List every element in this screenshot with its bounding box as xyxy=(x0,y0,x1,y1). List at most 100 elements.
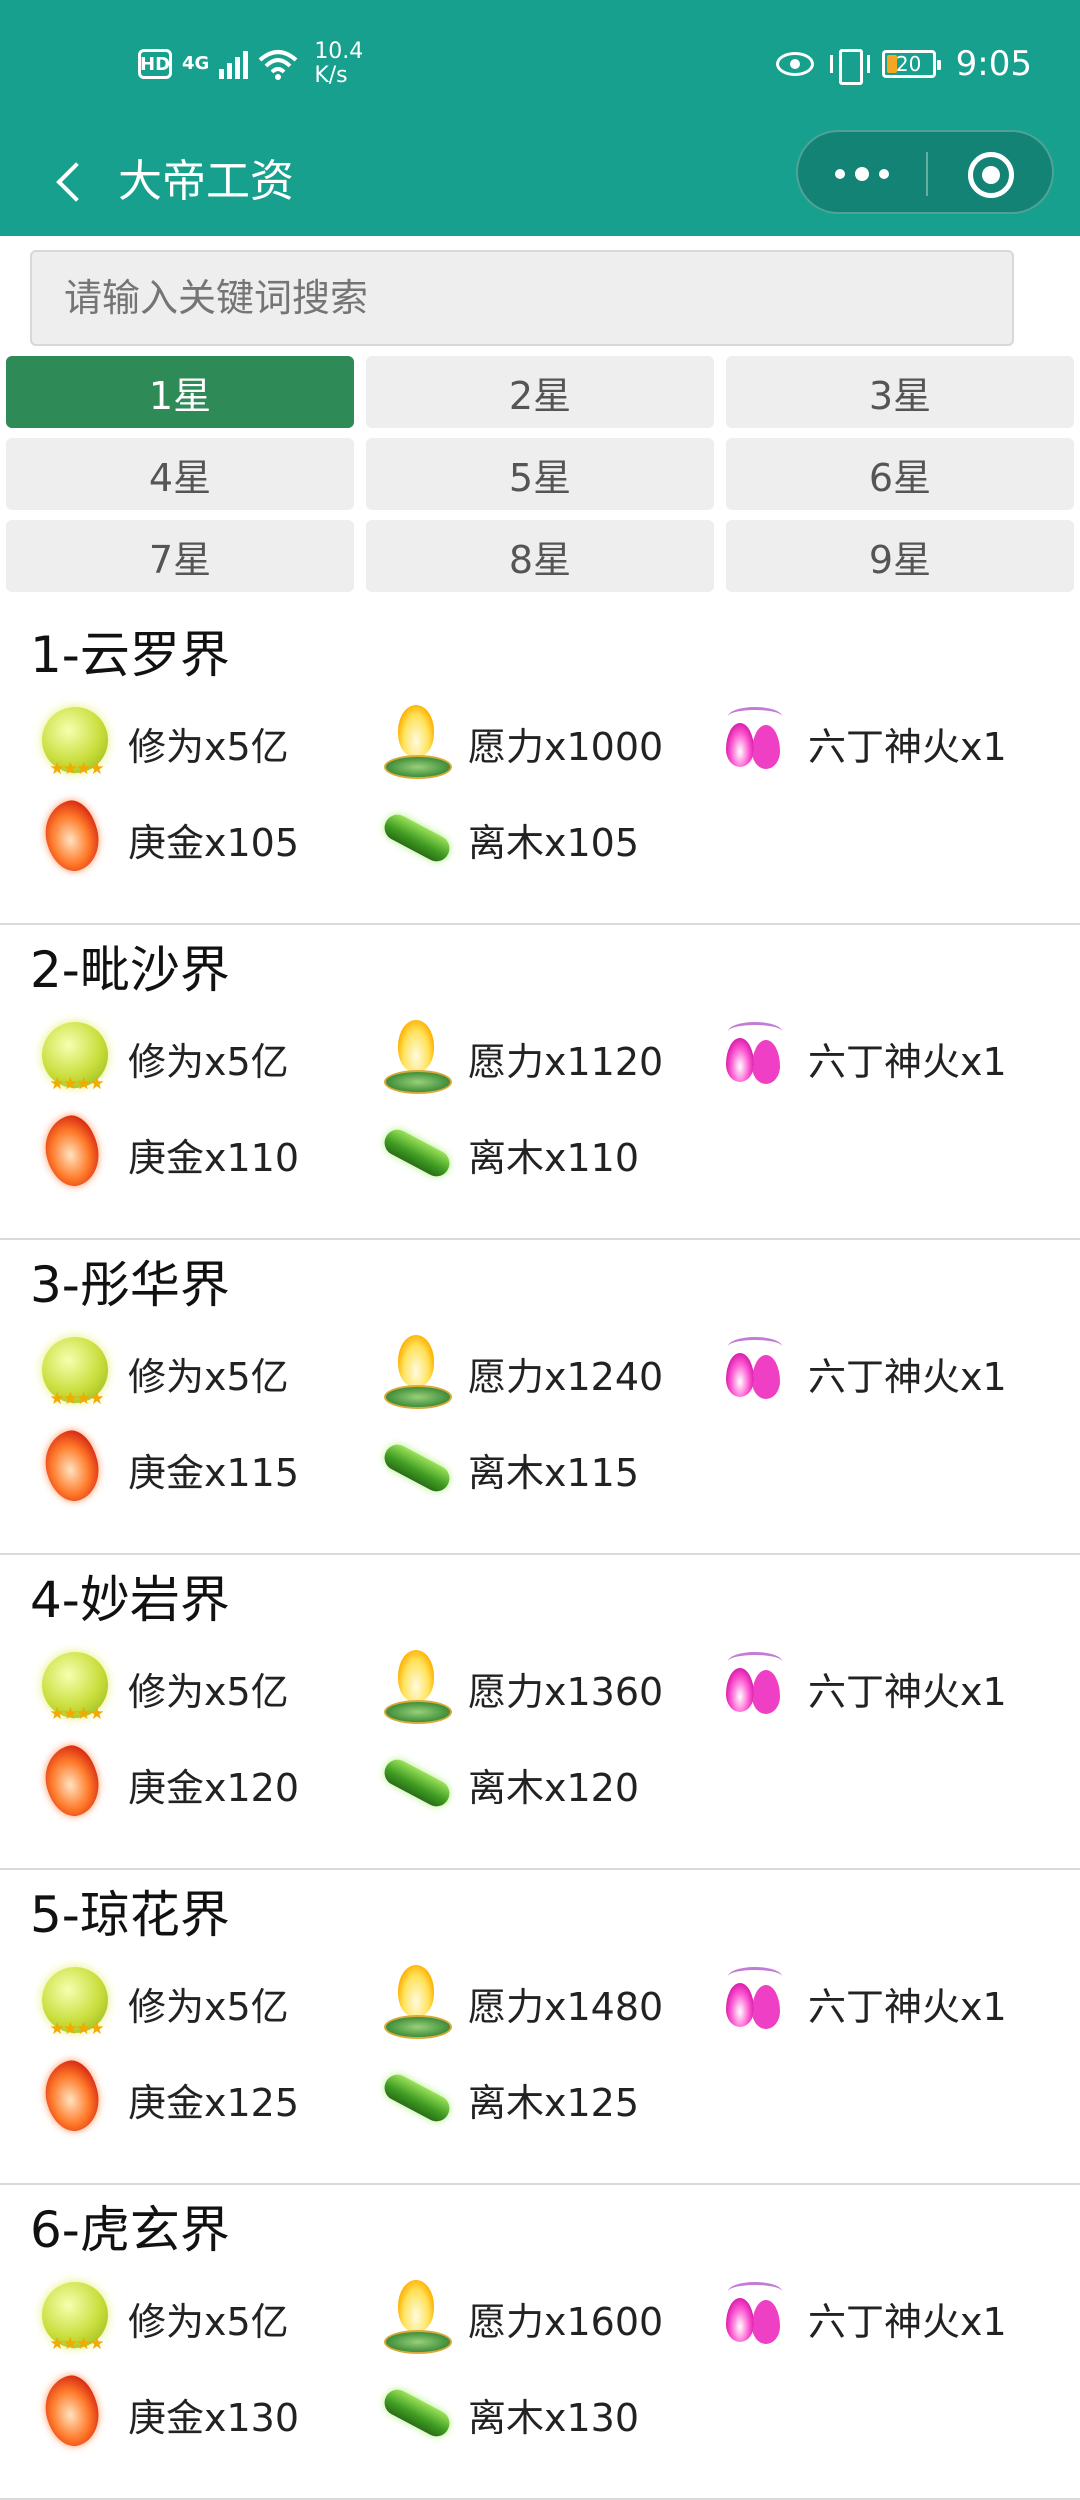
li-wood-icon xyxy=(374,2372,458,2456)
geng-gold-icon xyxy=(34,1427,118,1511)
reward-label: 修为x5亿 xyxy=(128,1039,289,1084)
divine-fire-icon xyxy=(714,1331,798,1415)
reward-cultivation: 修为x5亿 xyxy=(34,1958,289,2048)
geng-gold-icon xyxy=(34,2057,118,2141)
reward-cultivation: 修为x5亿 xyxy=(34,1013,289,1103)
reward-label: 六丁神火x1 xyxy=(808,724,1007,769)
reward-label: 离木x120 xyxy=(468,1765,640,1810)
reward-label: 六丁神火x1 xyxy=(808,1039,1007,1084)
geng-gold-icon xyxy=(34,2372,118,2456)
star-tab-3[interactable]: 3星 xyxy=(726,356,1074,428)
star-tab-9[interactable]: 9星 xyxy=(726,520,1074,592)
reward-label: 庚金x120 xyxy=(128,1765,300,1810)
reward-will: 愿力x1240 xyxy=(374,1328,663,1418)
reward-cultivation: 修为x5亿 xyxy=(34,1328,289,1418)
reward-label: 庚金x110 xyxy=(128,1135,300,1180)
realm-list: 1-云罗界 修为x5亿 愿力x1000 六丁神火x1 庚金x105 离木x105… xyxy=(0,610,1080,2500)
reward-label: 离木x110 xyxy=(468,1135,640,1180)
cultivation-orb-icon xyxy=(34,1016,118,1100)
page-title: 大帝工资 xyxy=(118,156,294,207)
reward-gold: 庚金x120 xyxy=(34,1739,299,1829)
close-mini-program-button[interactable] xyxy=(968,152,1014,198)
signal-icon xyxy=(219,49,249,79)
reward-wood: 离木x130 xyxy=(374,2369,639,2459)
reward-label: 愿力x1120 xyxy=(468,1039,664,1084)
realm-item: 6-虎玄界 修为x5亿 愿力x1600 六丁神火x1 庚金x130 离木x130 xyxy=(0,2185,1080,2500)
divine-fire-icon xyxy=(714,2276,798,2360)
reward-label: 离木x115 xyxy=(468,1450,640,1495)
will-flame-icon xyxy=(374,1646,458,1730)
reward-label: 愿力x1360 xyxy=(468,1669,664,1714)
reward-divine-fire: 六丁神火x1 xyxy=(714,2273,1007,2363)
reward-label: 六丁神火x1 xyxy=(808,1669,1007,1714)
star-tab-8[interactable]: 8星 xyxy=(366,520,714,592)
reward-wood: 离木x120 xyxy=(374,1739,639,1829)
mini-program-capsule xyxy=(796,130,1054,214)
realm-title: 6-虎玄界 xyxy=(30,2201,230,2259)
speed-unit: K/s xyxy=(314,63,348,88)
reward-gold: 庚金x130 xyxy=(34,2369,299,2459)
reward-label: 离木x125 xyxy=(468,2080,640,2125)
cultivation-orb-icon xyxy=(34,701,118,785)
reward-gold: 庚金x115 xyxy=(34,1424,299,1514)
battery-icon: 20 xyxy=(881,50,941,78)
reward-label: 六丁神火x1 xyxy=(808,1354,1007,1399)
vibrate-icon xyxy=(828,49,870,85)
star-tab-6[interactable]: 6星 xyxy=(726,438,1074,510)
back-button[interactable] xyxy=(40,152,100,212)
search-input[interactable] xyxy=(30,250,1014,346)
star-tab-2[interactable]: 2星 xyxy=(366,356,714,428)
capsule-divider xyxy=(926,152,928,196)
li-wood-icon xyxy=(374,1742,458,1826)
reward-label: 修为x5亿 xyxy=(128,1354,289,1399)
reward-will: 愿力x1120 xyxy=(374,1013,663,1103)
reward-label: 庚金x105 xyxy=(128,820,300,865)
reward-label: 愿力x1600 xyxy=(468,2299,664,2344)
cultivation-orb-icon xyxy=(34,2276,118,2360)
more-button[interactable] xyxy=(832,154,892,194)
realm-item: 2-毗沙界 修为x5亿 愿力x1120 六丁神火x1 庚金x110 离木x110 xyxy=(0,925,1080,1240)
divine-fire-icon xyxy=(714,1016,798,1100)
status-bar: HD 4G 10.4 K/s 20 9:05 xyxy=(0,0,1080,128)
li-wood-icon xyxy=(374,2057,458,2141)
star-tab-4[interactable]: 4星 xyxy=(6,438,354,510)
realm-item: 4-妙岩界 修为x5亿 愿力x1360 六丁神火x1 庚金x120 离木x120 xyxy=(0,1555,1080,1870)
cultivation-orb-icon xyxy=(34,1646,118,1730)
realm-item: 5-琼花界 修为x5亿 愿力x1480 六丁神火x1 庚金x125 离木x125 xyxy=(0,1870,1080,2185)
clock: 9:05 xyxy=(955,44,1032,84)
reward-wood: 离木x115 xyxy=(374,1424,639,1514)
geng-gold-icon xyxy=(34,797,118,881)
geng-gold-icon xyxy=(34,1742,118,1826)
speed-value: 10.4 xyxy=(314,39,364,64)
reward-label: 修为x5亿 xyxy=(128,724,289,769)
star-tab-7[interactable]: 7星 xyxy=(6,520,354,592)
reward-label: 修为x5亿 xyxy=(128,1669,289,1714)
reward-label: 修为x5亿 xyxy=(128,2299,289,2344)
reward-cultivation: 修为x5亿 xyxy=(34,698,289,788)
realm-title: 3-彤华界 xyxy=(30,1256,230,1314)
reward-wood: 离木x125 xyxy=(374,2054,639,2144)
reward-gold: 庚金x125 xyxy=(34,2054,299,2144)
reward-gold: 庚金x105 xyxy=(34,794,299,884)
geng-gold-icon xyxy=(34,1112,118,1196)
reward-cultivation: 修为x5亿 xyxy=(34,2273,289,2363)
reward-divine-fire: 六丁神火x1 xyxy=(714,1328,1007,1418)
reward-will: 愿力x1360 xyxy=(374,1643,663,1733)
reward-will: 愿力x1600 xyxy=(374,2273,663,2363)
reward-label: 庚金x130 xyxy=(128,2395,300,2440)
reward-label: 修为x5亿 xyxy=(128,1984,289,2029)
divine-fire-icon xyxy=(714,1646,798,1730)
li-wood-icon xyxy=(374,1427,458,1511)
reward-label: 离木x130 xyxy=(468,2395,640,2440)
star-tab-1[interactable]: 1星 xyxy=(6,356,354,428)
will-flame-icon xyxy=(374,701,458,785)
reward-divine-fire: 六丁神火x1 xyxy=(714,1643,1007,1733)
reward-divine-fire: 六丁神火x1 xyxy=(714,1013,1007,1103)
reward-label: 愿力x1000 xyxy=(468,724,664,769)
network-type: 4G xyxy=(182,53,210,74)
reward-label: 愿力x1240 xyxy=(468,1354,664,1399)
realm-title: 1-云罗界 xyxy=(30,626,230,684)
star-tab-5[interactable]: 5星 xyxy=(366,438,714,510)
will-flame-icon xyxy=(374,1331,458,1415)
cultivation-orb-icon xyxy=(34,1961,118,2045)
